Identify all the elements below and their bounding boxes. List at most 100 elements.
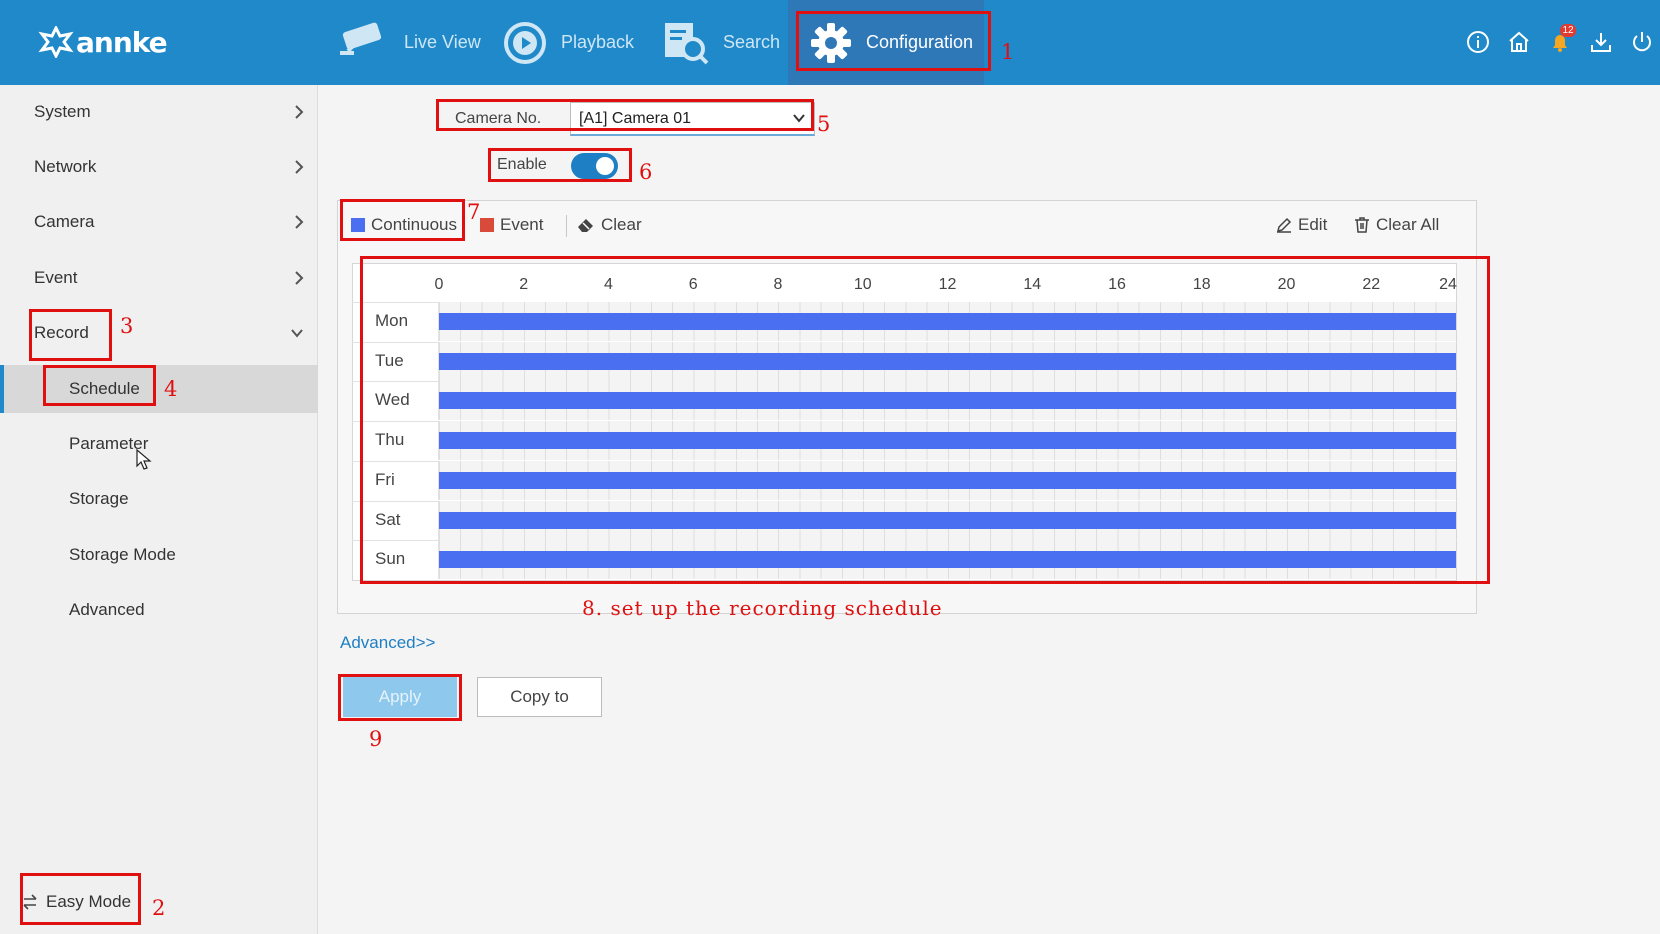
recording-bar-tue[interactable] [439, 352, 1456, 370]
easy-mode-button[interactable]: Easy Mode [22, 880, 131, 924]
brand-name: annke [76, 25, 168, 59]
recording-bar-wed[interactable] [439, 392, 1456, 410]
sidebar-subitem-label: Advanced [69, 600, 145, 619]
sidebar-item-label: System [34, 102, 91, 121]
hour-tick-label: 2 [519, 276, 529, 293]
toggle-knob [596, 157, 614, 175]
edit-label: Edit [1298, 215, 1328, 234]
search-icon [663, 21, 709, 65]
info-icon[interactable] [1464, 28, 1492, 56]
chevron-right-icon [295, 160, 304, 174]
hour-tick-label: 0 [434, 276, 444, 293]
gear-icon [810, 22, 852, 64]
nav-playback[interactable]: Playback [503, 0, 634, 85]
sidebar-subitem-parameter[interactable]: Parameter [0, 420, 318, 468]
chevron-right-icon [295, 105, 304, 119]
camera-select[interactable]: [A1] Camera 01 [570, 102, 815, 136]
event-type-button[interactable]: Event [480, 215, 543, 235]
sidebar-subitem-storage[interactable]: Storage [0, 475, 318, 523]
nav-configuration[interactable]: Configuration [788, 0, 984, 85]
recording-bar-fri[interactable] [439, 471, 1456, 489]
chevron-right-icon [295, 271, 304, 285]
nav-playback-label: Playback [561, 32, 635, 52]
event-label: Event [500, 215, 544, 234]
power-icon[interactable] [1628, 28, 1656, 56]
trash-icon [1355, 217, 1369, 233]
copy-to-button[interactable]: Copy to [477, 677, 602, 717]
day-label: Wed [375, 390, 410, 410]
annotation-number: 4 [164, 377, 178, 401]
continuous-swatch [351, 218, 365, 232]
sidebar-item-system[interactable]: System [0, 87, 318, 137]
mouse-cursor-icon [136, 449, 152, 470]
chevron-down-icon [793, 114, 805, 123]
advanced-link[interactable]: Advanced>> [340, 633, 435, 653]
toolbar-divider [566, 215, 567, 237]
apply-button[interactable]: Apply [343, 677, 457, 717]
sidebar-subitem-advanced[interactable]: Advanced [0, 586, 318, 634]
hour-tick-label: 16 [1108, 276, 1126, 293]
annotation-number: 1 [1001, 40, 1015, 64]
clear-button[interactable]: Clear [577, 215, 642, 235]
clear-label: Clear [601, 215, 642, 234]
hour-tick-label: 4 [604, 276, 613, 293]
hour-tick-label: 14 [1023, 276, 1042, 293]
sidebar-item-label: Camera [34, 212, 95, 231]
annotation-number: 5 [817, 112, 831, 136]
sidebar-subitem-storage-mode[interactable]: Storage Mode [0, 531, 318, 579]
nav-search[interactable]: Search [663, 0, 780, 85]
playback-icon [503, 21, 547, 65]
annotation-number: 6 [639, 160, 653, 184]
recording-bar-thu[interactable] [439, 432, 1456, 450]
day-label: Thu [375, 430, 405, 450]
nav-configuration-label: Configuration [866, 32, 974, 52]
continuous-label: Continuous [371, 215, 458, 234]
hour-tick-label: 6 [688, 276, 698, 293]
annotation-number: 7 [467, 200, 481, 224]
eraser-icon [578, 219, 593, 232]
enable-label: Enable [497, 156, 547, 173]
sidebar-item-camera[interactable]: Camera [0, 197, 318, 247]
hour-tick-label: 12 [938, 276, 957, 293]
bell-icon[interactable]: 12 [1546, 24, 1576, 56]
chevron-right-icon [295, 215, 304, 229]
day-label: Sun [375, 549, 406, 569]
continuous-type-button[interactable]: Continuous [351, 215, 457, 235]
camera-no-label: Camera No. [455, 110, 542, 127]
recording-bar-mon[interactable] [439, 313, 1456, 330]
clear-all-button[interactable]: Clear All [1354, 215, 1439, 235]
sidebar-subitem-schedule[interactable]: Schedule [0, 365, 318, 413]
day-label: Fri [375, 469, 395, 489]
enable-toggle[interactable] [571, 153, 618, 179]
camera-select-value: [A1] Camera 01 [579, 109, 692, 127]
day-label: Mon [375, 311, 409, 330]
annotation-number: 3 [120, 314, 134, 338]
hour-tick-label: 8 [773, 276, 783, 293]
day-label: Sat [375, 509, 401, 529]
sidebar-item-network[interactable]: Network [0, 142, 318, 192]
sidebar-item-label: Network [34, 157, 97, 176]
pencil-icon [1276, 217, 1292, 233]
home-icon[interactable] [1505, 28, 1533, 56]
event-swatch [480, 218, 494, 232]
edit-button[interactable]: Edit [1276, 215, 1327, 235]
nav-live-view[interactable]: Live View [336, 0, 481, 85]
schedule-annotation-caption: 8. set up the recording schedule [582, 596, 943, 620]
swap-icon [23, 894, 37, 910]
sidebar-item-record[interactable]: Record [0, 308, 318, 358]
download-icon[interactable] [1587, 28, 1615, 56]
hour-tick-label: 20 [1277, 276, 1296, 293]
sidebar-item-label: Event [34, 268, 78, 287]
notification-count-badge: 12 [1560, 24, 1576, 37]
recording-bar-sat[interactable] [439, 511, 1456, 529]
clear-all-label: Clear All [1376, 215, 1440, 234]
sidebar-item-event[interactable]: Event [0, 253, 318, 303]
nav-live-view-label: Live View [404, 32, 481, 52]
sidebar-item-label: Record [34, 323, 89, 342]
recording-bar-sun[interactable] [439, 551, 1456, 569]
easy-mode-label: Easy Mode [46, 892, 132, 911]
annotation-number: 9 [369, 727, 383, 751]
brand-logo-icon [38, 26, 74, 58]
brand-logo[interactable]: annke [38, 22, 168, 62]
hour-tick-label: 10 [853, 276, 872, 293]
